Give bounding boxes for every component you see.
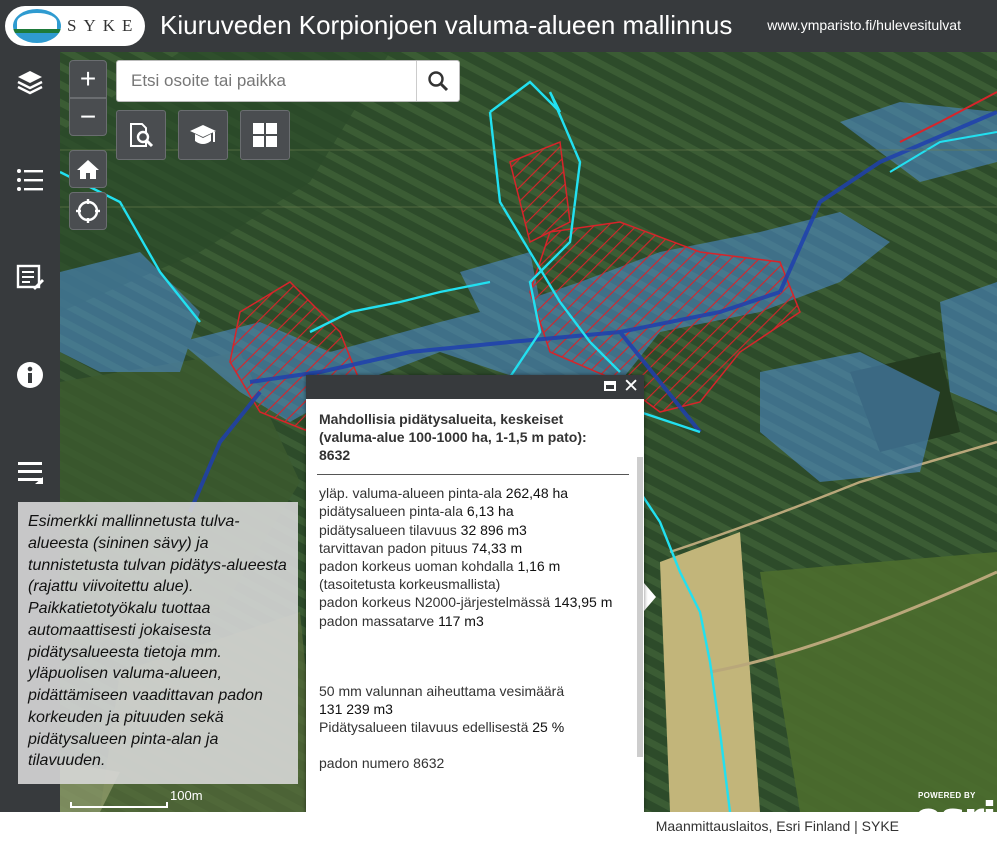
popup-body: Mahdollisia pidätysalueita, keskeiset (v… bbox=[317, 411, 629, 773]
learn-tool-button[interactable] bbox=[178, 110, 228, 160]
popup-field: tarvittavan padon pituus 74,33 m bbox=[319, 539, 619, 557]
graduation-cap-icon bbox=[190, 125, 216, 144]
field-value: 6,13 ha bbox=[466, 503, 514, 520]
crosshair-icon bbox=[76, 199, 100, 223]
popup-field: Pidätysalueen tilavuus edellisestä 25 % bbox=[319, 718, 619, 736]
field-value: 25 % bbox=[532, 719, 565, 736]
field-value: 262,48 ha bbox=[505, 485, 569, 502]
app-title: Kiuruveden Korpionjoen valuma-alueen mal… bbox=[160, 10, 733, 40]
field-value: 143,95 m bbox=[554, 594, 613, 611]
menu-icon[interactable] bbox=[8, 450, 52, 494]
grid-icon bbox=[253, 123, 277, 147]
popup-pointer bbox=[644, 583, 656, 611]
app-header: SYKE Kiuruveden Korpionjoen valuma-aluee… bbox=[0, 0, 997, 52]
zoom-in-button[interactable]: + bbox=[69, 60, 107, 98]
syke-logo[interactable]: SYKE bbox=[5, 6, 145, 46]
attribution-text: Maanmittauslaitos, Esri Finland | SYKE bbox=[655, 818, 899, 834]
search-button[interactable] bbox=[416, 61, 459, 101]
field-value: 131 239 m3 bbox=[319, 700, 393, 717]
popup-field: padon korkeus uoman kohdalla 1,16 m bbox=[319, 557, 619, 575]
esri-wordmark: esri bbox=[914, 793, 997, 842]
popup-divider bbox=[317, 474, 629, 476]
query-tool-button[interactable] bbox=[116, 110, 166, 160]
field-label: tarvittavan padon pituus bbox=[319, 539, 472, 556]
basemap-gallery-button[interactable] bbox=[240, 110, 290, 160]
header-link[interactable]: www.ymparisto.fi/hulevesitulvat bbox=[767, 17, 961, 33]
search-box bbox=[116, 60, 460, 102]
document-search-icon bbox=[130, 123, 154, 148]
popup-title: Mahdollisia pidätysalueita, keskeiset (v… bbox=[319, 411, 587, 463]
zoom-out-label: − bbox=[79, 101, 97, 132]
field-value: 1,16 m bbox=[517, 558, 561, 575]
caption-panel: Esimerkki mallinnetusta tulva-alueesta (… bbox=[18, 502, 298, 784]
popup-titlebar: ✕ bbox=[306, 375, 644, 399]
field-value: 32 896 m3 bbox=[460, 521, 527, 538]
close-icon[interactable]: ✕ bbox=[623, 375, 639, 399]
logo-text: SYKE bbox=[67, 16, 140, 35]
caption-text: Esimerkki mallinnetusta tulva-alueesta (… bbox=[28, 513, 287, 770]
dam-number: padon numero 8632 bbox=[319, 755, 445, 772]
field-label: Pidätysalueen tilavuus edellisestä bbox=[319, 719, 533, 736]
field-label: padon massatarve bbox=[319, 612, 439, 629]
esri-logo[interactable]: POWERED BY esri bbox=[910, 787, 997, 842]
popup-field: padon korkeus N2000-järjestelmässä 143,9… bbox=[319, 593, 619, 611]
zoom-in-label: + bbox=[79, 63, 97, 94]
search-input[interactable] bbox=[117, 61, 413, 101]
water-volume-label: 50 mm valunnan aiheuttama vesimäärä bbox=[319, 682, 565, 699]
field-label: padon korkeus uoman kohdalla bbox=[319, 558, 518, 575]
home-button[interactable] bbox=[69, 150, 107, 188]
popup-field: padon massatarve 117 m3 bbox=[319, 612, 619, 630]
zoom-out-button[interactable]: − bbox=[69, 98, 107, 136]
edit-note-icon[interactable] bbox=[8, 255, 52, 299]
locate-button[interactable] bbox=[69, 192, 107, 230]
info-popup: ✕ Mahdollisia pidätysalueita, keskeiset … bbox=[306, 375, 644, 816]
syke-logo-mark bbox=[13, 9, 61, 43]
info-icon[interactable] bbox=[8, 353, 52, 397]
search-icon bbox=[428, 71, 449, 92]
field-value: 74,33 m bbox=[471, 539, 523, 556]
field-value: 117 m3 bbox=[438, 612, 484, 629]
field-label: yläp. valuma-alueen pinta-ala bbox=[319, 485, 506, 502]
field-label: (tasoitetusta korkeusmallista) bbox=[319, 576, 501, 593]
field-label: pidätysalueen pinta-ala bbox=[319, 503, 467, 520]
scale-bar-line bbox=[70, 802, 168, 808]
scale-bar-label: 100m bbox=[170, 788, 203, 803]
popup-field: pidätysalueen tilavuus 32 896 m3 bbox=[319, 521, 619, 539]
home-icon bbox=[77, 160, 99, 179]
popup-field: (tasoitetusta korkeusmallista) bbox=[319, 575, 619, 593]
maximize-icon[interactable] bbox=[604, 381, 616, 391]
layers-icon[interactable] bbox=[8, 60, 52, 104]
footer: Maanmittauslaitos, Esri Finland | SYKE bbox=[0, 812, 997, 841]
field-label: pidätysalueen tilavuus bbox=[319, 521, 461, 538]
field-label: padon korkeus N2000-järjestelmässä bbox=[319, 594, 555, 611]
legend-list-icon[interactable] bbox=[8, 158, 52, 202]
water-volume-value: 131 239 m3 bbox=[319, 700, 619, 718]
popup-field: pidätysalueen pinta-ala 6,13 ha bbox=[319, 502, 619, 520]
popup-scrollbar[interactable] bbox=[637, 457, 643, 757]
popup-field: yläp. valuma-alueen pinta-ala 262,48 ha bbox=[319, 484, 619, 502]
